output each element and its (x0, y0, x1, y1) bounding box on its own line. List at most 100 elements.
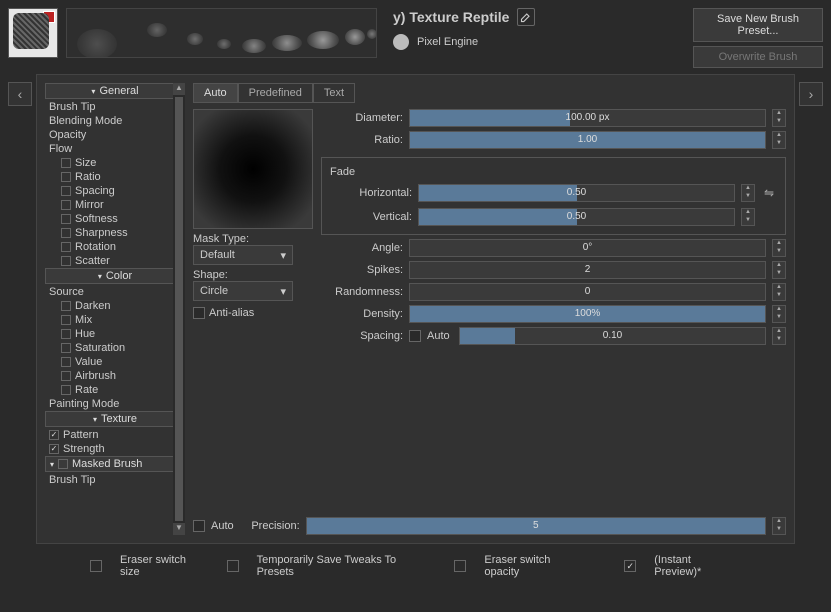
ratio-label: Ratio: (321, 134, 403, 146)
density-slider[interactable]: 100% (409, 305, 766, 323)
stroke-preview (66, 8, 377, 58)
section-general[interactable]: ▾General (45, 83, 185, 99)
spikes-label: Spikes: (321, 264, 403, 276)
spacing-auto-checkbox[interactable] (409, 330, 421, 342)
sidebar-item-rotation[interactable]: Rotation (45, 240, 185, 254)
section-color[interactable]: ▾Color (45, 268, 185, 284)
sidebar-item-hue[interactable]: Hue (45, 327, 185, 341)
sidebar-item-scatter[interactable]: Scatter (45, 254, 185, 268)
brush-thumbnail[interactable] (8, 8, 58, 58)
horizontal-slider[interactable]: 0.50 (418, 184, 735, 202)
sidebar-item-airbrush[interactable]: Airbrush (45, 369, 185, 383)
sidebar-item-flow[interactable]: Flow (45, 142, 185, 156)
vertical-label: Vertical: (330, 211, 412, 223)
sidebar-item-value[interactable]: Value (45, 355, 185, 369)
chevron-down-icon: ▾ (280, 249, 286, 262)
settings-panel: ▾General Brush Tip Blending Mode Opacity… (36, 74, 795, 544)
spacing-slider[interactable]: 0.10 (459, 327, 766, 345)
tip-preview (193, 109, 313, 229)
diameter-spinner[interactable]: ▲▼ (772, 109, 786, 127)
instant-preview-checkbox[interactable] (624, 560, 636, 572)
link-icon[interactable]: ⇋ (761, 186, 777, 200)
collapse-icon: ▾ (98, 272, 102, 281)
sidebar-item-darken[interactable]: Darken (45, 299, 185, 313)
density-label: Density: (321, 308, 403, 320)
rename-button[interactable] (517, 8, 535, 26)
temp-save-checkbox[interactable] (227, 560, 239, 572)
section-texture[interactable]: ▾Texture (45, 411, 185, 427)
vertical-slider[interactable]: 0.50 (418, 208, 735, 226)
spacing-auto-label: Auto (427, 330, 453, 342)
diameter-slider[interactable]: 100.00 px (409, 109, 766, 127)
sidebar-item-saturation[interactable]: Saturation (45, 341, 185, 355)
ratio-spinner[interactable]: ▲▼ (772, 131, 786, 149)
vertical-spinner[interactable]: ▲▼ (741, 208, 755, 226)
next-preset-button[interactable]: › (799, 82, 823, 106)
eraser-size-checkbox[interactable] (90, 560, 102, 572)
sidebar-item-painting-mode[interactable]: Painting Mode (45, 397, 185, 411)
sidebar-item-strength[interactable]: Strength (45, 442, 185, 456)
spikes-spinner[interactable]: ▲▼ (772, 261, 786, 279)
sidebar-item-source[interactable]: Source (45, 285, 185, 299)
sidebar-item-pattern[interactable]: Pattern (45, 428, 185, 442)
prev-preset-button[interactable]: ‹ (8, 82, 32, 106)
ratio-slider[interactable]: 1.00 (409, 131, 766, 149)
save-preset-button[interactable]: Save New Brush Preset... (693, 8, 823, 42)
diameter-label: Diameter: (321, 112, 403, 124)
horizontal-label: Horizontal: (330, 187, 412, 199)
overwrite-brush-button[interactable]: Overwrite Brush (693, 46, 823, 68)
sidebar-item-size[interactable]: Size (45, 156, 185, 170)
tab-auto[interactable]: Auto (193, 83, 238, 103)
randomness-spinner[interactable]: ▲▼ (772, 283, 786, 301)
shape-label: Shape: (193, 269, 313, 281)
horizontal-spinner[interactable]: ▲▼ (741, 184, 755, 202)
preset-marker-icon (43, 11, 55, 23)
sidebar-item-sharpness[interactable]: Sharpness (45, 226, 185, 240)
scrollbar-thumb[interactable] (175, 97, 183, 521)
density-spinner[interactable]: ▲▼ (772, 305, 786, 323)
section-masked-brush[interactable]: ▾Masked Brush (45, 456, 185, 472)
tab-text[interactable]: Text (313, 83, 355, 103)
precision-label: Precision: (240, 520, 300, 532)
precision-slider[interactable]: 5 (306, 517, 766, 535)
shape-combo[interactable]: Circle▾ (193, 281, 293, 301)
spikes-slider[interactable]: 2 (409, 261, 766, 279)
sidebar-item-brush-tip-2[interactable]: Brush Tip (45, 473, 185, 487)
antialias-label: Anti-alias (209, 307, 254, 319)
antialias-checkbox[interactable] (193, 307, 205, 319)
sidebar-item-blending-mode[interactable]: Blending Mode (45, 114, 185, 128)
eraser-opacity-label: Eraser switch opacity (484, 554, 588, 578)
temp-save-label: Temporarily Save Tweaks To Presets (257, 554, 437, 578)
collapse-icon: ▾ (93, 415, 97, 424)
sidebar-item-opacity[interactable]: Opacity (45, 128, 185, 142)
sidebar-item-mix[interactable]: Mix (45, 313, 185, 327)
sidebar-item-rate[interactable]: Rate (45, 383, 185, 397)
tab-predefined[interactable]: Predefined (238, 83, 313, 103)
collapse-icon: ▾ (50, 460, 54, 469)
angle-spinner[interactable]: ▲▼ (772, 239, 786, 257)
sidebar-scrollbar[interactable]: ▲ ▼ (173, 83, 185, 535)
sidebar-item-brush-tip[interactable]: Brush Tip (45, 100, 185, 114)
fade-label: Fade (330, 166, 777, 178)
engine-icon (393, 34, 409, 50)
sidebar-item-mirror[interactable]: Mirror (45, 198, 185, 212)
scroll-down-icon[interactable]: ▼ (173, 523, 185, 535)
precision-auto-checkbox[interactable] (193, 520, 205, 532)
settings-sidebar: ▾General Brush Tip Blending Mode Opacity… (45, 83, 185, 535)
spacing-spinner[interactable]: ▲▼ (772, 327, 786, 345)
collapse-icon: ▾ (91, 87, 95, 96)
randomness-slider[interactable]: 0 (409, 283, 766, 301)
mask-type-combo[interactable]: Default▾ (193, 245, 293, 265)
angle-slider[interactable]: 0° (409, 239, 766, 257)
sidebar-item-ratio[interactable]: Ratio (45, 170, 185, 184)
scroll-up-icon[interactable]: ▲ (173, 83, 185, 95)
precision-spinner[interactable]: ▲▼ (772, 517, 786, 535)
eraser-opacity-checkbox[interactable] (454, 560, 466, 572)
pencil-icon (520, 11, 532, 23)
mask-type-label: Mask Type: (193, 233, 313, 245)
eraser-size-label: Eraser switch size (120, 554, 209, 578)
sidebar-item-spacing[interactable]: Spacing (45, 184, 185, 198)
sidebar-item-softness[interactable]: Softness (45, 212, 185, 226)
engine-label: Pixel Engine (417, 36, 478, 48)
precision-auto-label: Auto (211, 520, 234, 532)
